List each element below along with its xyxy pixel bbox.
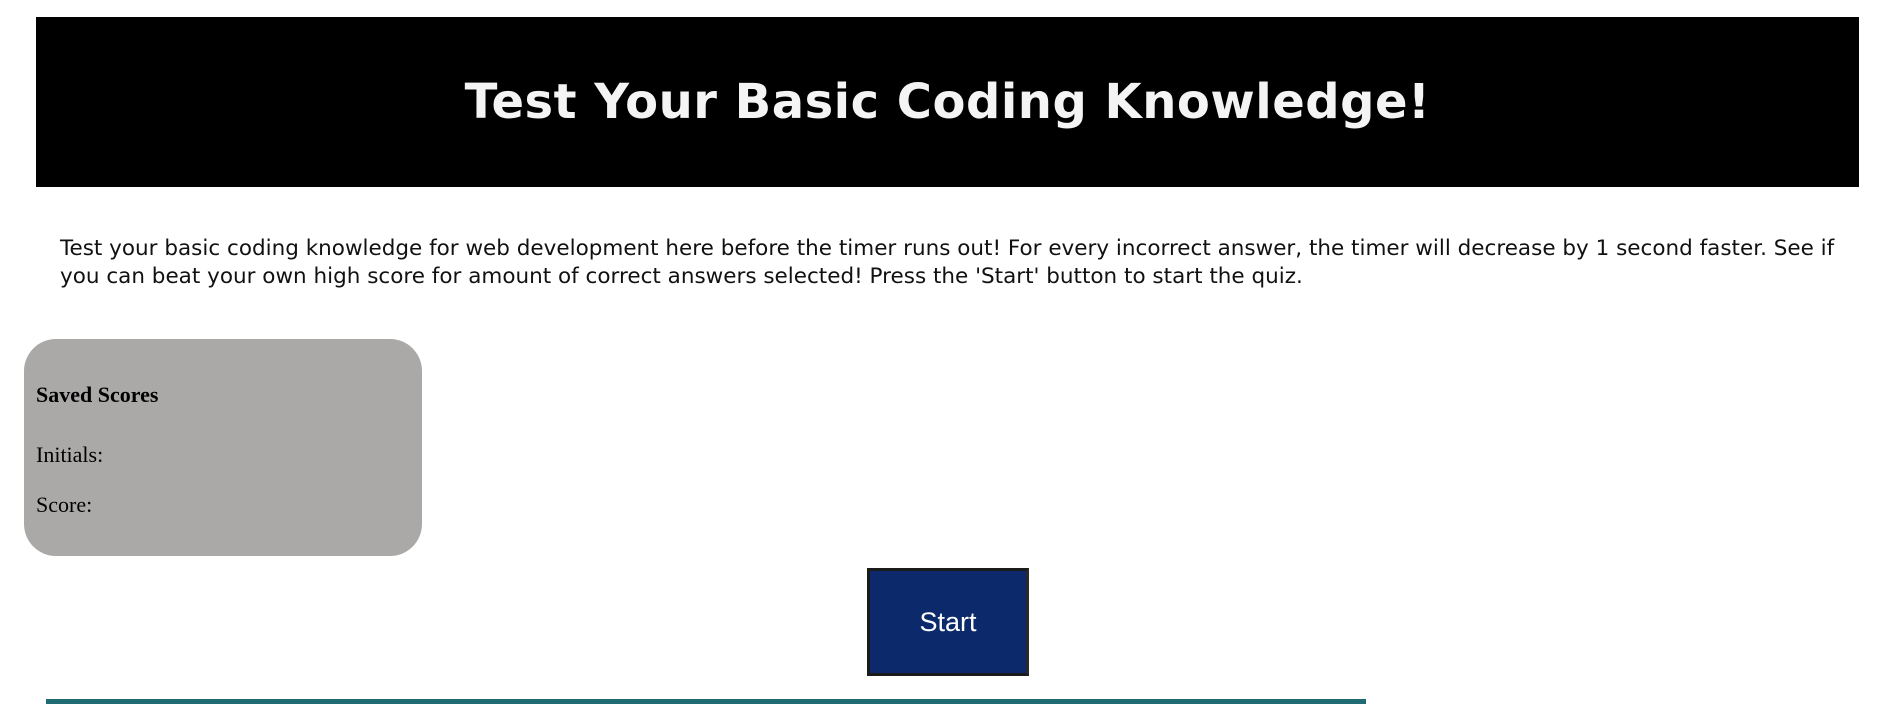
score-label: Score: (36, 492, 93, 517)
saved-scores-title: Saved Scores (36, 382, 159, 407)
page-header: Test Your Basic Coding Knowledge! (36, 17, 1859, 187)
page-title: Test Your Basic Coding Knowledge! (464, 74, 1431, 130)
start-button[interactable]: Start (867, 568, 1029, 676)
saved-scores-panel: Saved Scores Initials: Score: (24, 339, 422, 556)
intro-text: Test your basic coding knowledge for web… (60, 236, 1835, 289)
initials-label: Initials: (36, 442, 104, 467)
section-divider (46, 699, 1366, 704)
